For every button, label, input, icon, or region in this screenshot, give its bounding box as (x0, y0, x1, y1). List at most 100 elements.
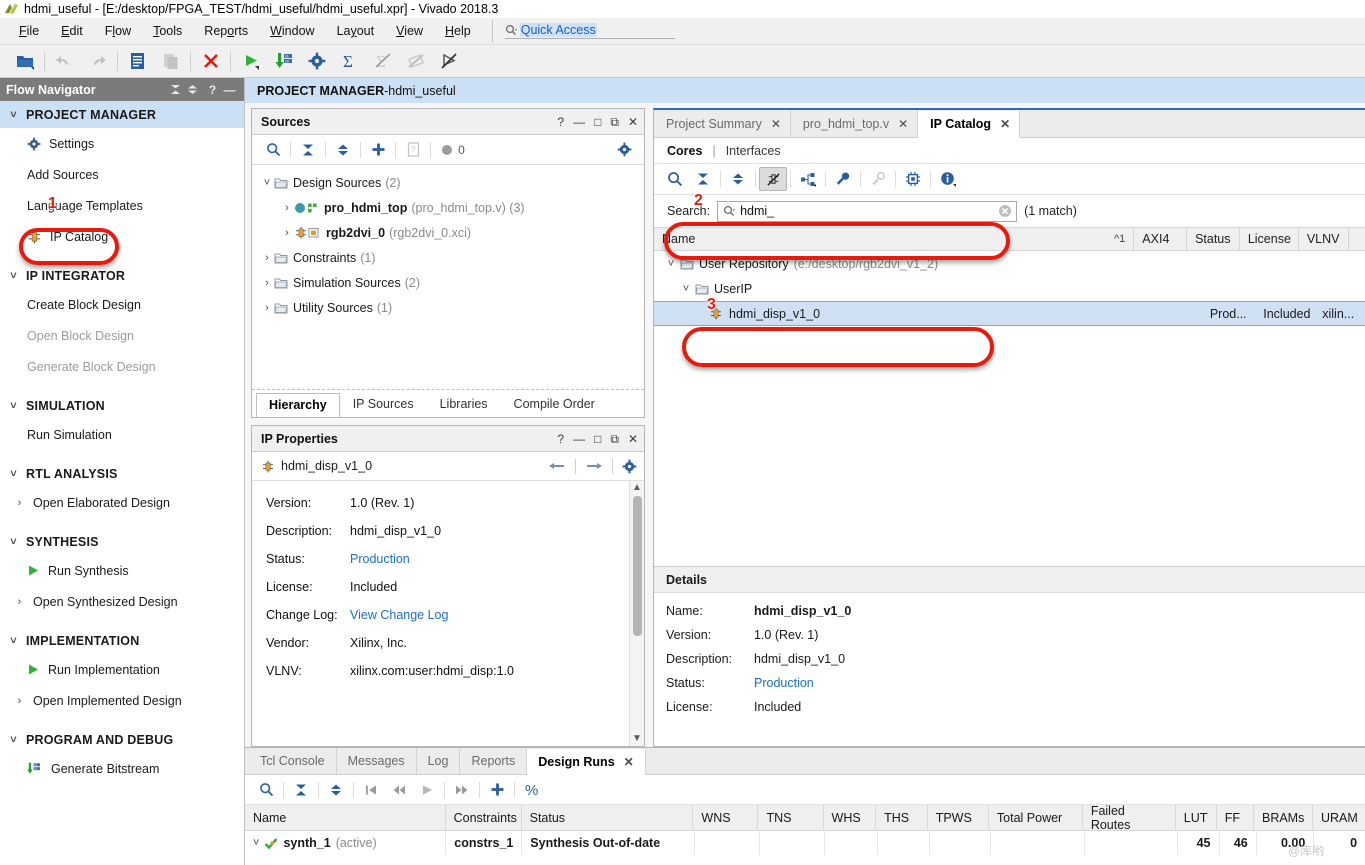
tab-ip-catalog[interactable]: IP Catalog ✕ (918, 111, 1021, 138)
help-icon[interactable]: ? (557, 116, 564, 128)
help-icon[interactable]: ? (204, 83, 221, 97)
subtab-interfaces[interactable]: Interfaces (726, 144, 781, 158)
sidebar-item-run-simulation[interactable]: Run Simulation (0, 419, 244, 450)
column-header-uram[interactable]: URAM (1313, 805, 1365, 831)
column-header-axi4[interactable]: AXI4 (1134, 227, 1188, 251)
menu-file[interactable]: File (8, 20, 50, 42)
sidebar-item-open-synthesized-design[interactable]: › Open Synthesized Design (0, 586, 244, 617)
sidebar-item-run-implementation[interactable]: Run Implementation (0, 654, 244, 685)
open-project-icon[interactable] (8, 47, 41, 75)
settings-gear-icon[interactable] (300, 47, 333, 75)
sidebar-item-generate-bitstream[interactable]: 01 10 Generate Bitstream (0, 753, 244, 784)
close-icon[interactable]: ✕ (1000, 117, 1010, 131)
save-icon[interactable] (121, 47, 154, 75)
catalog-row-hdmi-disp[interactable]: hdmi_disp_v1_0 Prod... Included xilin... (654, 301, 1365, 326)
column-header-lut[interactable]: LUT (1176, 804, 1217, 831)
column-header-failed-routes[interactable]: Failed Routes (1083, 804, 1176, 832)
expand-all-icon[interactable] (329, 138, 357, 162)
minimize-icon[interactable]: — (573, 116, 585, 128)
column-header-ths[interactable]: THS (876, 804, 928, 831)
tab-tcl-console[interactable]: Tcl Console (249, 748, 337, 774)
close-icon[interactable]: ✕ (628, 116, 638, 128)
chevron-right-icon[interactable]: › (280, 227, 294, 239)
column-header-tpws[interactable]: TPWS (928, 804, 989, 831)
column-header-name[interactable]: Name (245, 804, 446, 831)
catalog-row-user-repository[interactable]: ˅ User Repository (e:/desktop/rgb2dvi_v1… (654, 251, 1365, 276)
collapse-all-icon[interactable] (689, 167, 717, 191)
filter-icon[interactable] (759, 167, 787, 191)
tab-ip-sources[interactable]: IP Sources (340, 392, 427, 417)
search-icon[interactable] (661, 167, 689, 191)
menu-edit[interactable]: Edit (50, 20, 94, 42)
back-arrow-icon[interactable] (548, 460, 566, 472)
menu-window[interactable]: Window (259, 20, 325, 42)
column-header-total-power[interactable]: Total Power (989, 804, 1083, 831)
search-icon[interactable] (252, 778, 280, 802)
sidebar-section-ip-integrator[interactable]: ˅ IP INTEGRATOR (0, 262, 244, 289)
column-header-brams[interactable]: BRAMs (1254, 804, 1313, 831)
sidebar-item-run-synthesis[interactable]: Run Synthesis (0, 555, 244, 586)
percent-icon[interactable]: % (518, 778, 546, 802)
sidebar-item-add-sources[interactable]: Add Sources (0, 159, 244, 190)
tab-compile-order[interactable]: Compile Order (501, 392, 608, 417)
column-header-wns[interactable]: WNS (693, 804, 759, 831)
expand-all-icon[interactable] (724, 167, 752, 191)
close-icon[interactable] (194, 47, 227, 75)
tab-hierarchy[interactable]: Hierarchy (256, 393, 340, 417)
chevron-right-icon[interactable]: › (280, 202, 294, 214)
run-icon[interactable] (234, 47, 267, 75)
menu-help[interactable]: Help (434, 20, 482, 42)
collapse-all-icon[interactable] (170, 84, 187, 95)
expand-all-icon[interactable] (187, 84, 204, 95)
sidebar-section-simulation[interactable]: ˅ SIMULATION (0, 392, 244, 419)
column-header-ff[interactable]: FF (1217, 804, 1254, 831)
column-header-status[interactable]: Status (522, 804, 694, 831)
settings-gear-icon[interactable] (610, 138, 638, 162)
tab-libraries[interactable]: Libraries (427, 392, 501, 417)
tab-reports[interactable]: Reports (460, 748, 528, 774)
sidebar-section-implementation[interactable]: ˅ IMPLEMENTATION (0, 627, 244, 654)
column-header-vlnv[interactable]: VLNV (1299, 227, 1349, 251)
column-header-name[interactable]: Name ^1 (654, 227, 1135, 251)
close-icon[interactable]: ✕ (628, 433, 638, 445)
sidebar-item-settings[interactable]: Settings (0, 128, 244, 159)
table-row[interactable]: ˅ synth_1 (active) constrs_1 Synthesis O… (245, 831, 1365, 855)
sidebar-item-ip-catalog[interactable]: IP Catalog (0, 221, 244, 252)
tree-row[interactable]: › pro_hdmi_top (pro_hdmi_top.v) (3) (252, 195, 644, 220)
close-icon[interactable]: ✕ (771, 117, 781, 131)
catalog-row-userip[interactable]: ˅ UserIP (654, 276, 1365, 301)
report-sigma-icon[interactable]: Σ (333, 47, 366, 75)
column-header-constraints[interactable]: Constraints (446, 804, 522, 831)
menu-reports[interactable]: Reports (193, 20, 259, 42)
minimize-icon[interactable]: — (573, 433, 585, 445)
forward-arrow-icon[interactable] (585, 460, 603, 472)
tree-row[interactable]: › Utility Sources (1) (252, 295, 644, 320)
tab-log[interactable]: Log (417, 748, 461, 774)
sidebar-section-program-and-debug[interactable]: ˅ PROGRAM AND DEBUG (0, 726, 244, 753)
tree-row[interactable]: › rgb2dvi_0 (rgb2dvi_0.xci) (252, 220, 644, 245)
maximize-icon[interactable]: □ (594, 116, 601, 128)
chevron-right-icon[interactable]: › (260, 302, 274, 314)
sidebar-section-synthesis[interactable]: ˅ SYNTHESIS (0, 528, 244, 555)
clear-icon[interactable] (998, 204, 1012, 218)
close-icon[interactable]: ✕ (898, 117, 908, 131)
collapse-all-icon[interactable] (287, 778, 315, 802)
chevron-right-icon[interactable]: › (260, 277, 274, 289)
tab-pro-hdmi-top-v[interactable]: pro_hdmi_top.v ✕ (791, 110, 919, 137)
menu-flow[interactable]: Flow (94, 20, 142, 42)
column-header-whs[interactable]: WHS (824, 804, 877, 831)
expand-all-icon[interactable] (322, 778, 350, 802)
menu-view[interactable]: View (385, 20, 434, 42)
maximize-icon[interactable]: □ (594, 433, 601, 445)
chevron-down-icon[interactable]: ˅ (679, 283, 693, 295)
close-icon[interactable]: ✕ (624, 755, 634, 769)
hierarchy-icon[interactable] (794, 167, 822, 191)
chevron-right-icon[interactable]: › (260, 252, 274, 264)
add-sources-icon[interactable] (364, 138, 392, 162)
float-icon[interactable]: ⧉ (610, 116, 619, 128)
tree-row[interactable]: ˅ Design Sources (2) (252, 170, 644, 195)
tab-messages[interactable]: Messages (337, 748, 417, 774)
settings-gear-icon[interactable] (622, 459, 637, 474)
search-icon[interactable] (259, 138, 287, 162)
column-header-license[interactable]: License (1240, 227, 1299, 251)
